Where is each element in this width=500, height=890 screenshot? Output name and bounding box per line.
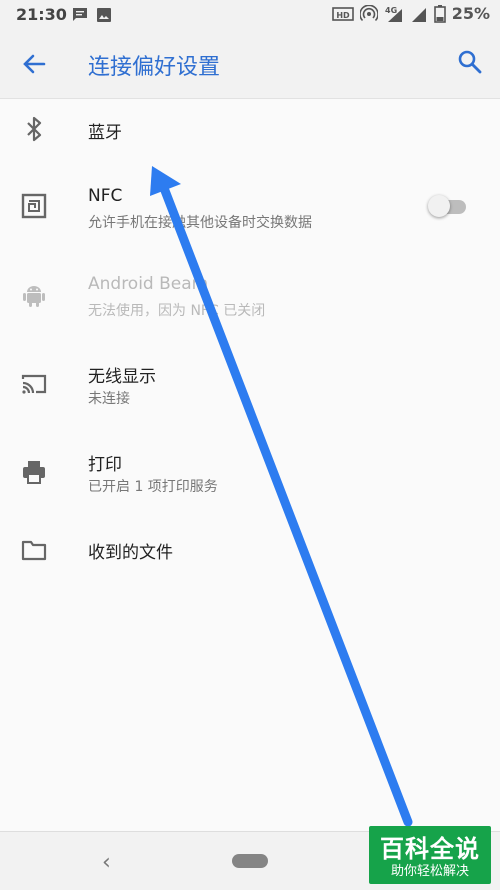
nav-back-button[interactable]: ‹ [102,850,111,875]
nfc-icon [21,193,47,219]
item-title: NFC [88,186,123,206]
bluetooth-icon [27,116,42,142]
app-bar: 连接偏好设置 [0,30,500,99]
item-subtitle: 无法使用，因为 NFC 已关闭 [88,303,266,319]
image-icon [97,8,111,22]
toggle-thumb [428,195,450,217]
list-item-bluetooth[interactable]: 蓝牙 [0,98,500,164]
folder-icon [21,540,47,561]
item-title: 无线显示 [88,367,156,387]
status-time: 21:30 [16,5,67,24]
item-title: 蓝牙 [88,123,122,143]
item-title: 收到的文件 [88,543,173,563]
item-title: Android Beam [88,274,209,294]
nfc-toggle[interactable] [428,194,468,218]
watermark-title: 百科全说 [380,835,480,863]
battery-percentage: 25% [451,4,490,23]
home-pill-icon[interactable] [232,854,268,868]
list-item-nfc[interactable]: NFC 允许手机在接触其他设备时交换数据 [0,164,500,252]
battery-icon [433,4,446,23]
list-item-android-beam[interactable]: Android Beam 无法使用，因为 NFC 已关闭 [0,252,500,340]
list-item-print[interactable]: 打印 已开启 1 项打印服务 [0,428,500,516]
item-subtitle: 允许手机在接触其他设备时交换数据 [88,215,312,231]
message-icon [73,8,87,21]
list-item-received-files[interactable]: 收到的文件 [0,516,500,586]
item-subtitle: 未连接 [88,391,130,407]
arrow-back-icon[interactable] [20,50,48,78]
signal-4g-icon: 4G [385,6,402,22]
signal-icon [411,7,426,22]
page-title: 连接偏好设置 [88,55,221,80]
search-icon[interactable] [456,48,484,76]
hotspot-icon [359,4,378,21]
svg-text:HD: HD [336,11,350,20]
printer-icon [23,461,45,484]
status-bar: 21:30 HD 4G 25% [0,0,500,30]
svg-text:4G: 4G [385,6,397,15]
list-item-wireless-display[interactable]: 无线显示 未连接 [0,340,500,428]
hd-icon: HD [331,6,354,21]
watermark-logo: 百科全说 助你轻松解决 [369,826,491,884]
watermark-subtitle: 助你轻松解决 [390,864,469,879]
cast-icon [21,374,47,394]
item-subtitle: 已开启 1 项打印服务 [88,479,218,495]
android-icon [23,286,45,307]
item-title: 打印 [88,455,122,475]
